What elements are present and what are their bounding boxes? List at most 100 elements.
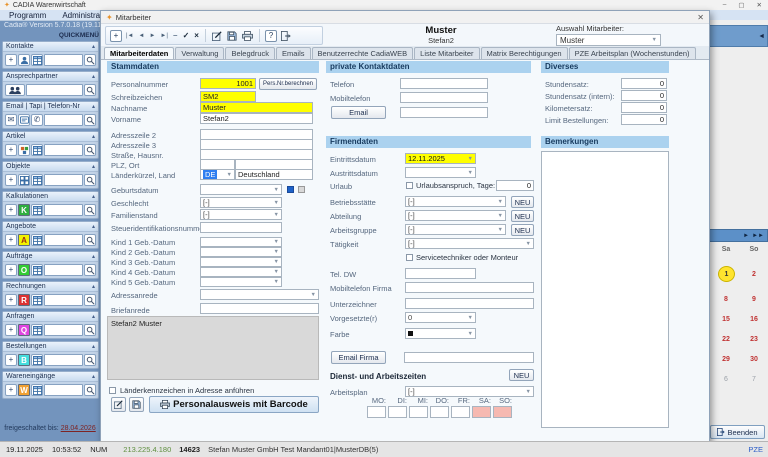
window-titlebar[interactable]: ✦ Mitarbeiter ✕ (101, 11, 709, 24)
maximize-icon[interactable]: ▢ (738, 1, 744, 9)
add-button[interactable]: + (5, 294, 17, 306)
prev-record-button[interactable]: ◄ (138, 31, 146, 41)
briefanrede-field[interactable] (200, 303, 319, 314)
collapse-icon[interactable]: ▴ (92, 283, 95, 290)
mobiltelefon-field[interactable] (400, 92, 488, 103)
window-close-icon[interactable]: ✕ (697, 13, 704, 22)
tapi-card-icon[interactable] (18, 114, 30, 126)
servicetechniker-checkbox[interactable] (406, 254, 413, 261)
search-input[interactable] (44, 234, 83, 246)
hours-mo-field[interactable] (367, 406, 386, 418)
unterzeichner-field[interactable] (405, 298, 534, 309)
laenderkennzeichen-checkbox[interactable] (109, 387, 116, 394)
table-icon[interactable] (31, 294, 43, 306)
calendar-cell[interactable]: 15 (713, 316, 739, 323)
save-icon[interactable] (129, 397, 144, 412)
arbeitsgruppe-select[interactable]: [-]▼ (405, 224, 506, 235)
calendar-cell[interactable]: 29 (713, 356, 739, 363)
limit-bestellungen-field[interactable] (621, 114, 667, 125)
personalausweis-button[interactable]: Personalausweis mit Barcode (149, 396, 319, 413)
table-icon[interactable] (31, 234, 43, 246)
edit-icon[interactable] (111, 397, 126, 412)
objects-grid-icon[interactable] (18, 174, 30, 186)
new-record-button[interactable]: + (110, 30, 122, 42)
add-button[interactable]: + (5, 174, 17, 186)
first-record-button[interactable]: |◄ (125, 31, 135, 41)
calendar-mini-icon[interactable] (298, 186, 305, 193)
table-icon[interactable] (31, 174, 43, 186)
search-icon[interactable] (84, 144, 96, 156)
search-icon[interactable] (84, 324, 96, 336)
tab-matrix-berechtigungen[interactable]: Matrix Berechtigungen (481, 47, 568, 59)
stundensatz-intern-field[interactable] (621, 90, 667, 101)
austrittsdatum-select[interactable]: ▼ (405, 167, 476, 178)
table-icon[interactable] (31, 384, 43, 396)
tab-emails[interactable]: Emails (276, 47, 311, 59)
table-icon[interactable] (31, 264, 43, 276)
telefon-field[interactable] (400, 78, 488, 89)
add-button[interactable]: + (5, 234, 17, 246)
close-icon[interactable]: ✕ (757, 1, 762, 9)
calendar-cell[interactable]: 7 (741, 376, 767, 383)
last-record-button[interactable]: ►| (159, 31, 169, 41)
kind3-select[interactable]: ▼ (200, 257, 282, 267)
hours-di-field[interactable] (388, 406, 407, 418)
minimize-icon[interactable]: – (723, 1, 727, 9)
kilometersatz-field[interactable] (621, 102, 667, 113)
collapse-icon[interactable]: ▴ (92, 253, 95, 260)
taetigkeit-select[interactable]: [-]▼ (405, 238, 534, 249)
calendar-cell[interactable]: 2 (741, 271, 767, 278)
abteilung-select[interactable]: [-]▼ (405, 210, 506, 221)
collapse-icon[interactable]: ▴ (92, 373, 95, 380)
collapse-icon[interactable]: ▴ (92, 103, 95, 110)
betriebsstaette-select[interactable]: [-]▼ (405, 196, 506, 207)
search-input[interactable] (44, 144, 83, 156)
panel-collapse-icon[interactable]: ◄ (758, 33, 765, 40)
search-icon[interactable] (84, 84, 96, 96)
search-icon[interactable] (84, 114, 96, 126)
eintrittsdatum-select[interactable]: 12.11.2025▼ (405, 153, 476, 164)
save-icon[interactable] (226, 31, 238, 41)
search-icon[interactable] (84, 384, 96, 396)
collapse-icon[interactable]: ▴ (92, 133, 95, 140)
table-icon[interactable] (31, 354, 43, 366)
collapse-icon[interactable]: ▴ (92, 163, 95, 170)
kalkulation-icon[interactable]: K (18, 204, 30, 216)
tab-mitarbeiterdaten[interactable]: Mitarbeiterdaten (104, 47, 174, 59)
collapse-icon[interactable]: ▴ (92, 73, 95, 80)
collapse-icon[interactable]: ▴ (92, 343, 95, 350)
search-input[interactable] (44, 54, 83, 66)
table-icon[interactable] (31, 54, 43, 66)
bemerkungen-textarea[interactable] (541, 151, 669, 428)
search-input[interactable] (44, 174, 83, 186)
exit-icon[interactable] (280, 31, 292, 41)
geburtsdatum-checkbox[interactable] (287, 186, 294, 193)
email-icon[interactable]: ✉ (5, 114, 17, 126)
collapse-icon[interactable]: ▴ (92, 193, 95, 200)
print-icon[interactable] (241, 31, 254, 41)
collapse-icon[interactable]: ▴ (92, 43, 95, 50)
add-button[interactable]: + (5, 384, 17, 396)
search-icon[interactable] (84, 174, 96, 186)
hours-fr-field[interactable] (451, 406, 470, 418)
search-icon[interactable] (84, 54, 96, 66)
urlaubsanspruch-checkbox[interactable] (406, 182, 413, 189)
search-input[interactable] (44, 294, 83, 306)
add-button[interactable]: + (5, 264, 17, 276)
table-icon[interactable] (31, 144, 43, 156)
tab-verwaltung[interactable]: Verwaltung (175, 47, 224, 59)
menu-programm[interactable]: Programm (9, 11, 46, 20)
hours-mi-field[interactable] (409, 406, 428, 418)
persnr-berechnen-button[interactable]: Pers.Nr.berechnen (259, 78, 317, 90)
search-icon[interactable] (84, 264, 96, 276)
stundensatz-field[interactable] (621, 78, 667, 89)
kind4-select[interactable]: ▼ (200, 267, 282, 277)
neu-arbeitsgruppe-button[interactable]: NEU (511, 224, 534, 236)
neu-arbeitszeiten-button[interactable]: NEU (509, 369, 534, 381)
add-button[interactable]: + (5, 354, 17, 366)
table-icon[interactable] (31, 204, 43, 216)
angebot-icon[interactable]: A (18, 234, 30, 246)
parts-icon[interactable] (18, 144, 30, 156)
email-field[interactable] (400, 107, 488, 118)
farbe-select[interactable]: ▼ (405, 328, 476, 339)
